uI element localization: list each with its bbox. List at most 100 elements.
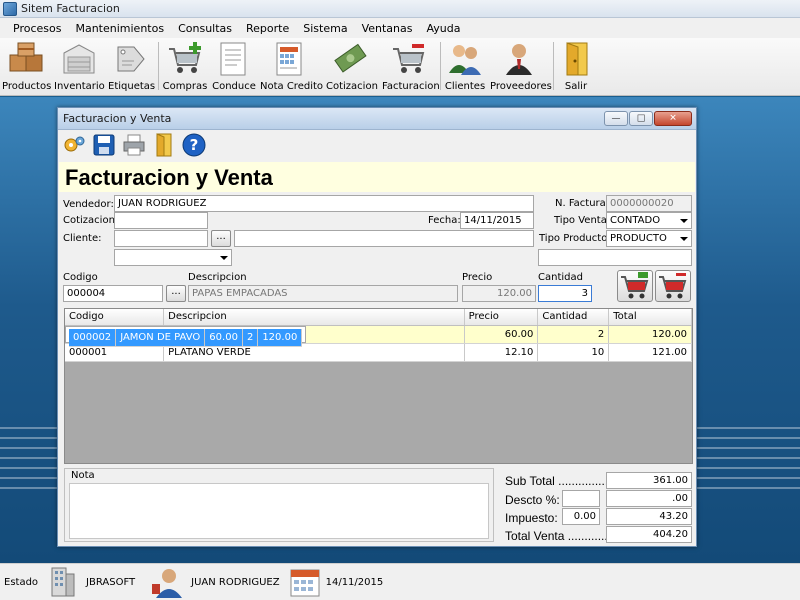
descripcion-label: Descripcion <box>188 272 247 283</box>
column-header-codigo[interactable]: Codigo <box>65 309 165 326</box>
fecha-field[interactable]: 14/11/2015 <box>460 212 534 229</box>
impuesto-label: Impuesto: <box>505 511 558 525</box>
facturacion-window: Facturacion y Venta — □ ✕ ? Facturacion … <box>57 107 697 547</box>
impuesto-field: 43.20 <box>606 508 692 525</box>
exit-door-icon[interactable] <box>152 133 176 157</box>
cliente-code-field[interactable] <box>114 230 208 247</box>
document-icon <box>215 41 253 77</box>
grid-header-row: Codigo Descripcion Precio Cantidad Total <box>65 309 692 326</box>
toolbar-separator <box>440 42 441 90</box>
fecha-label: Fecha: <box>428 215 461 226</box>
tipo-venta-label: Tipo Venta: <box>554 215 611 226</box>
column-header-cantidad[interactable]: Cantidad <box>537 309 610 326</box>
vendedor-field[interactable]: JUAN RODRIGUEZ <box>114 195 534 212</box>
nfactura-field: 0000000020 <box>606 195 692 212</box>
toolbar-clientes-button[interactable]: Clientes <box>444 41 486 92</box>
toolbar-cotizacion-button[interactable]: Cotizacion <box>326 41 378 92</box>
remove-from-cart-button[interactable] <box>655 270 691 302</box>
menu-ventanas[interactable]: Ventanas <box>355 22 420 35</box>
window-toolbar: ? <box>58 130 696 160</box>
tipo-venta-select[interactable]: CONTADO <box>606 212 692 229</box>
building-icon <box>48 566 78 598</box>
vendedor-label: Vendedor: <box>63 199 114 210</box>
save-icon[interactable] <box>92 133 116 157</box>
cotizacion-label: Cotizacion: <box>63 215 119 226</box>
toolbar-productos-button[interactable]: Productos <box>2 41 51 92</box>
cotizacion-field[interactable] <box>114 212 208 229</box>
print-icon[interactable] <box>122 133 146 157</box>
gear-icon[interactable] <box>62 133 86 157</box>
toolbar-nota-credito-button[interactable]: Nota Credito <box>260 41 323 92</box>
boxes-icon <box>7 41 45 77</box>
cliente-search-button[interactable]: ... <box>211 230 231 247</box>
subtotal-field: 361.00 <box>606 472 692 489</box>
toolbar-separator <box>158 42 159 90</box>
column-header-total[interactable]: Total <box>608 309 692 326</box>
maximize-icon: □ <box>636 113 646 123</box>
toolbar-compras-button[interactable]: Compras <box>162 41 208 92</box>
nota-group: Nota <box>64 468 494 542</box>
cantidad-field[interactable]: 3 <box>538 285 592 302</box>
help-icon[interactable]: ? <box>182 133 206 157</box>
nota-textarea[interactable] <box>69 483 489 539</box>
user-icon <box>151 566 187 598</box>
menu-consultas[interactable]: Consultas <box>171 22 239 35</box>
toolbar-salir-button[interactable]: Salir <box>558 41 594 92</box>
toolbar-facturacion-button[interactable]: Facturacion <box>382 41 440 92</box>
menu-procesos[interactable]: Procesos <box>6 22 68 35</box>
descripcion-field: PAPAS EMPACADAS <box>188 285 458 302</box>
precio-field: 120.00 <box>462 285 536 302</box>
maximize-button[interactable]: □ <box>629 111 653 126</box>
column-header-descripcion[interactable]: Descripcion <box>163 309 465 326</box>
add-to-cart-button[interactable] <box>617 270 653 302</box>
cart-add-icon <box>621 272 649 299</box>
close-button[interactable]: ✕ <box>654 111 692 126</box>
toolbar-proveedores-button[interactable]: Proveedores <box>490 41 552 92</box>
chevron-down-icon <box>680 237 688 241</box>
menu-sistema[interactable]: Sistema <box>296 22 354 35</box>
descto-pct-field[interactable] <box>562 490 600 507</box>
money-icon <box>332 41 370 77</box>
app-title: Sitem Facturacion <box>21 2 120 15</box>
person-icon <box>500 41 538 77</box>
warehouse-icon <box>60 41 98 77</box>
toolbar-conduce-button[interactable]: Conduce <box>212 41 256 92</box>
menu-reporte[interactable]: Reporte <box>239 22 296 35</box>
precio-label: Precio <box>462 272 493 283</box>
main-toolbar: Productos Inventario Etiquetas Compras C… <box>0 38 800 96</box>
items-grid[interactable]: Codigo Descripcion Precio Cantidad Total… <box>64 308 693 464</box>
app-icon <box>3 1 17 16</box>
tags-icon <box>112 41 150 77</box>
codigo-field[interactable]: 000004 <box>63 285 163 302</box>
tipo-producto-label: Tipo Producto: <box>539 233 611 244</box>
page-title-band: Facturacion y Venta <box>59 162 695 192</box>
menu-ayuda[interactable]: Ayuda <box>419 22 467 35</box>
user-name: JUAN RODRIGUEZ <box>191 576 280 588</box>
toolbar-etiquetas-button[interactable]: Etiquetas <box>108 41 155 92</box>
cliente-name-field[interactable] <box>234 230 534 247</box>
menu-mantenimientos[interactable]: Mantenimientos <box>68 22 171 35</box>
company-name: JBRASOFT <box>86 576 136 588</box>
impuesto-pct-field[interactable]: 0.00 <box>562 508 600 525</box>
cliente-label: Cliente: <box>63 233 102 244</box>
minimize-button[interactable]: — <box>604 111 628 126</box>
people-icon <box>446 41 484 77</box>
column-header-precio[interactable]: Precio <box>464 309 539 326</box>
svg-text:?: ? <box>190 136 199 154</box>
tipo-producto-select[interactable]: PRODUCTO <box>606 230 692 247</box>
calendar-document-icon <box>271 41 309 77</box>
descto-field: .00 <box>606 490 692 507</box>
nfactura-label: N. Factura: <box>555 198 610 209</box>
chevron-down-icon <box>220 256 228 260</box>
codigo-search-button[interactable]: ... <box>166 285 186 302</box>
window-title-bar[interactable]: Facturacion y Venta — □ ✕ <box>58 108 696 130</box>
extra-field[interactable] <box>538 249 692 266</box>
cliente-dropdown[interactable] <box>114 249 232 266</box>
cart-add-icon <box>166 41 204 77</box>
cart-remove-icon <box>659 273 687 299</box>
menu-bar: Procesos Mantenimientos Consultas Report… <box>0 18 800 38</box>
toolbar-inventario-button[interactable]: Inventario <box>54 41 105 92</box>
window-title: Facturacion y Venta <box>63 112 172 125</box>
table-row[interactable]: 000002 JAMON DE PAVO 60.00 2 120.00 <box>65 325 307 347</box>
cart-icon <box>390 41 428 77</box>
